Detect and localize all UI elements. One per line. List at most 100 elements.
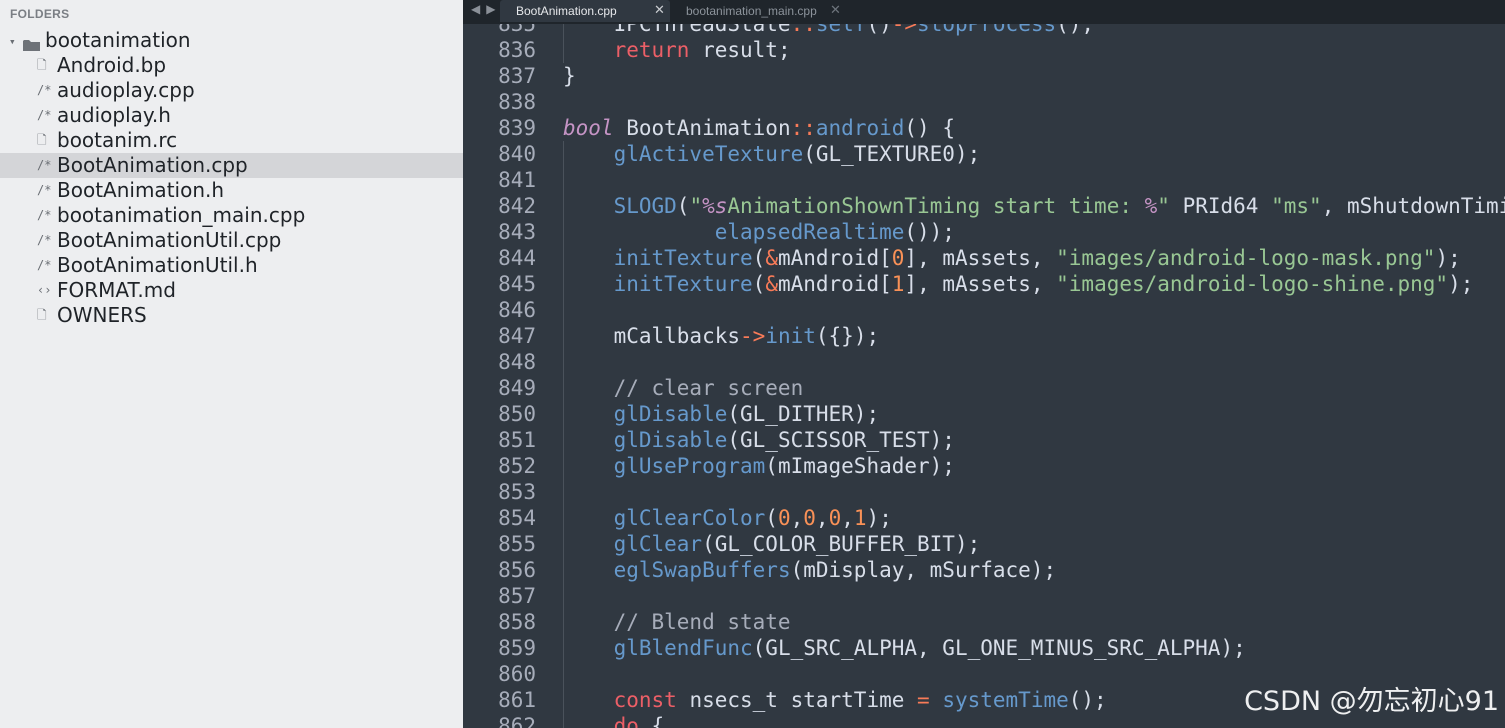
code-token: systemTime [942, 688, 1069, 712]
code-token: ], mAssets, [904, 272, 1057, 296]
code-editor[interactable]: 835 IPCThreadState::self()->stopProcess(… [463, 24, 1505, 728]
code-token: (GL_SRC_ALPHA, GL_ONE_MINUS_SRC_ALPHA); [752, 636, 1246, 660]
tab-next-icon[interactable]: ▶ [486, 2, 495, 16]
line-number: 837 [498, 64, 536, 88]
code-token: AnimationShownTiming start time: [727, 194, 1145, 218]
tab-nav: ◀ ▶ [471, 0, 501, 22]
code-token: (GL_SCISSOR_TEST); [727, 428, 955, 452]
code-token: mAndroid[ [777, 272, 892, 296]
line-number: 849 [498, 376, 536, 400]
code-line: 843 elapsedRealtime()); [463, 219, 1505, 245]
file-item[interactable]: 🗋 OWNERS [0, 303, 463, 328]
code-token: ); [1448, 272, 1474, 296]
code-token: stopProcess [917, 24, 1057, 36]
code-line: 847 mCallbacks->init({}); [463, 323, 1505, 349]
code-token: -> [740, 324, 766, 348]
code-line: 858 // Blend state [463, 609, 1505, 635]
line-number: 860 [498, 662, 536, 686]
code-token: :: [790, 116, 816, 140]
tab-bootanimation-cpp[interactable]: BootAnimation.cpp ✕ [500, 0, 670, 22]
file-item[interactable]: /* BootAnimation.h [0, 178, 463, 203]
code-text: elapsedRealtime()); [563, 219, 955, 245]
code-token: & [765, 246, 778, 270]
code-token: BootAnimation [613, 116, 791, 140]
indent-guide [563, 583, 564, 609]
line-number: 844 [498, 246, 536, 270]
code-line: 849 // clear screen [463, 375, 1505, 401]
code-line: 837} [463, 63, 1505, 89]
file-label: FORMAT.md [57, 278, 176, 302]
code-token: return [613, 38, 690, 62]
code-token: ); [866, 506, 892, 530]
line-number: 858 [498, 610, 536, 634]
file-item[interactable]: /* audioplay.h [0, 103, 463, 128]
code-token: do [613, 714, 639, 728]
file-item[interactable]: /* BootAnimationUtil.h [0, 253, 463, 278]
code-text: mCallbacks->init({}); [563, 323, 880, 349]
close-icon[interactable]: ✕ [830, 0, 841, 21]
tab-prev-icon[interactable]: ◀ [471, 2, 480, 16]
code-token: } [563, 64, 576, 88]
code-line: 851 glDisable(GL_SCISSOR_TEST); [463, 427, 1505, 453]
code-token: glDisable [613, 428, 728, 452]
chevron-down-icon[interactable]: ▾ [9, 29, 16, 54]
file-label: audioplay.h [57, 103, 171, 127]
file-item[interactable]: 🗋 bootanim.rc [0, 128, 463, 153]
folder-bootanimation[interactable]: ▾ bootanimation [0, 28, 463, 53]
watermark: CSDN @勿忘初心91 [1244, 686, 1499, 717]
code-token: glUseProgram [613, 454, 766, 478]
line-number: 851 [498, 428, 536, 452]
code-token: ], mAssets, [904, 246, 1057, 270]
code-token: bool [563, 116, 614, 140]
code-file-icon: /* [37, 258, 52, 272]
code-token: (GL_COLOR_BUFFER_BIT); [702, 532, 981, 556]
code-token: 0 [803, 506, 816, 530]
close-icon[interactable]: ✕ [654, 0, 665, 21]
code-line: 839 bool BootAnimation::android() { [463, 115, 1505, 141]
line-number: 836 [498, 38, 536, 62]
code-token: , [790, 506, 804, 530]
code-token: & [765, 272, 778, 296]
tab-label: bootanimation_main.cpp [686, 4, 817, 18]
line-number: 859 [498, 636, 536, 660]
line-number: 852 [498, 454, 536, 478]
file-label: BootAnimation.cpp [57, 153, 248, 177]
file-item[interactable]: /* BootAnimationUtil.cpp [0, 228, 463, 253]
code-token: glClearColor [613, 506, 766, 530]
file-item[interactable]: /* bootanimation_main.cpp [0, 203, 463, 228]
code-token: // Blend state [563, 610, 791, 634]
code-line: 853 [463, 479, 1505, 505]
file-label: bootanimation_main.cpp [57, 203, 306, 227]
tab-bootanimation-main-cpp[interactable]: bootanimation_main.cpp ✕ [673, 0, 843, 22]
file-item[interactable]: /* BootAnimation.cpp [0, 153, 463, 178]
line-number: 855 [498, 532, 536, 556]
line-number: 848 [498, 350, 536, 374]
code-file-icon: /* [37, 108, 52, 122]
line-number: 847 [498, 324, 536, 348]
code-token: android [815, 116, 905, 140]
code-text: glClear(GL_COLOR_BUFFER_BIT); [563, 531, 981, 557]
file-item[interactable]: /* audioplay.cpp [0, 78, 463, 103]
line-number: 857 [498, 584, 536, 608]
line-number: 862 [498, 714, 536, 728]
file-item[interactable]: ‹› FORMAT.md [0, 278, 463, 303]
code-token: SLOGD [613, 194, 677, 218]
code-token: " [689, 194, 703, 218]
indent-guide [563, 661, 564, 687]
code-token: , mShutdownTiming, [1321, 194, 1505, 218]
file-label: BootAnimationUtil.h [57, 253, 258, 277]
code-token: initTexture [613, 272, 753, 296]
code-text: SLOGD("%sAnimationShownTiming start time… [563, 193, 1505, 219]
code-token: initTexture [613, 246, 753, 270]
code-text: glDisable(GL_DITHER); [563, 401, 880, 427]
code-text: glDisable(GL_SCISSOR_TEST); [563, 427, 955, 453]
file-label: OWNERS [57, 303, 147, 327]
line-number: 856 [498, 558, 536, 582]
file-item[interactable]: 🗋 Android.bp [0, 53, 463, 78]
